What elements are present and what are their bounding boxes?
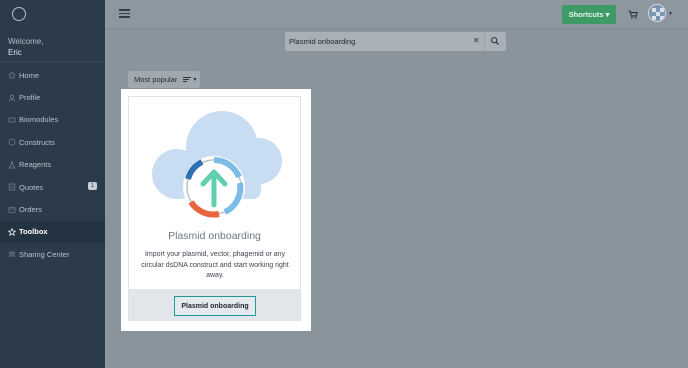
- sidebar-item-label: Orders: [19, 205, 42, 215]
- search-icon[interactable]: [490, 36, 500, 46]
- user-icon: [8, 94, 16, 101]
- card-footer: Plasmid onboarding: [129, 289, 300, 321]
- search-input[interactable]: [289, 37, 459, 46]
- sidebar-item-label: Constructs: [19, 137, 55, 147]
- orders-icon: [8, 206, 16, 213]
- flask-icon: [8, 161, 16, 169]
- cart-icon[interactable]: [628, 10, 638, 19]
- star-icon: [8, 227, 16, 236]
- construct-icon: [8, 138, 16, 146]
- chevron-down-icon: ▾: [193, 77, 197, 83]
- sort-icon: [183, 76, 192, 83]
- sidebar: Welcome, Eric Home Profile Biomodules Co…: [0, 0, 105, 368]
- cloud-upload-plasmid-icon: [152, 111, 282, 218]
- sidebar-item-sharing-center[interactable]: Sharing Center: [0, 243, 105, 265]
- sidebar-item-label: Quotes: [19, 182, 44, 192]
- sidebar-item-label: Reagents: [19, 160, 52, 170]
- sidebar-item-reagents[interactable]: Reagents: [0, 154, 105, 176]
- home-icon: [8, 71, 16, 79]
- plasmid-onboarding-button[interactable]: Plasmid onboarding: [174, 296, 256, 316]
- welcome-text: Welcome,: [8, 37, 44, 46]
- sidebar-item-label: Home: [19, 70, 40, 80]
- top-bar: Shortcuts ▾ ▾: [105, 0, 688, 29]
- search-divider: [484, 32, 485, 51]
- chevron-down-icon[interactable]: ▾: [669, 10, 672, 17]
- sidebar-item-quotes[interactable]: Quotes 1: [0, 176, 105, 198]
- menu-icon[interactable]: [119, 9, 130, 18]
- sidebar-item-orders[interactable]: Orders: [0, 198, 105, 220]
- avatar[interactable]: [648, 4, 666, 22]
- toolbox-card[interactable]: Plasmid onboarding Import your plasmid, …: [128, 96, 301, 321]
- shortcuts-button[interactable]: Shortcuts ▾: [562, 5, 616, 24]
- sidebar-item-biomodules[interactable]: Biomodules: [0, 109, 105, 131]
- sidebar-item-profile[interactable]: Profile: [0, 86, 105, 108]
- card-title: Plasmid onboarding: [168, 230, 261, 242]
- user-name: Eric: [8, 48, 22, 57]
- search-bar: ✕: [285, 32, 506, 51]
- sidebar-item-constructs[interactable]: Constructs: [0, 131, 105, 153]
- sidebar-item-label: Profile: [19, 93, 41, 103]
- sidebar-item-label: Toolbox: [19, 227, 48, 237]
- sidebar-nav: Home Profile Biomodules Constructs Reage…: [0, 64, 105, 266]
- sidebar-divider: [0, 61, 105, 62]
- close-icon[interactable]: ✕: [473, 36, 480, 45]
- quotes-count-badge: 1: [87, 181, 97, 190]
- card-description: Import your plasmid, vector, phagemid or…: [141, 251, 289, 279]
- quote-icon: [8, 183, 16, 191]
- share-icon: [8, 251, 16, 258]
- biomodule-icon: [8, 117, 16, 123]
- sidebar-item-home[interactable]: Home: [0, 64, 105, 86]
- sidebar-item-toolbox[interactable]: Toolbox: [0, 220, 105, 244]
- welcome-block: Welcome, Eric: [8, 36, 43, 58]
- avatar-pattern-icon: [649, 5, 665, 21]
- sidebar-item-label: Sharing Center: [19, 249, 70, 259]
- sort-label: Most popular: [134, 75, 178, 84]
- sort-dropdown[interactable]: Most popular ▾: [128, 71, 200, 88]
- sidebar-item-label: Biomodules: [19, 115, 59, 125]
- app-logo[interactable]: [12, 7, 26, 21]
